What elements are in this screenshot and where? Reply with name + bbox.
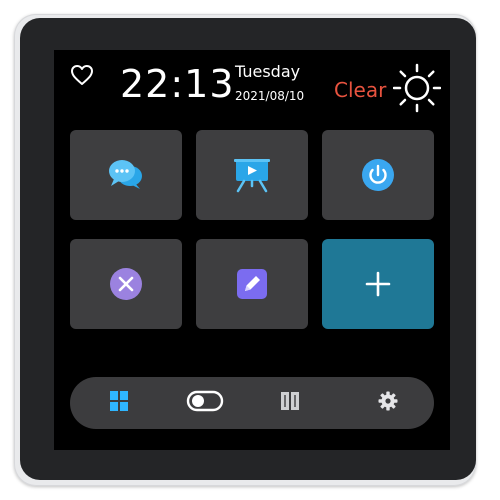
heart-icon[interactable]: [70, 64, 94, 86]
edit-note-icon: [234, 266, 270, 302]
book-icon: [279, 390, 301, 416]
weather-label: Clear: [334, 78, 387, 102]
close-circle-icon: [108, 266, 144, 302]
bottom-dock: [70, 377, 434, 429]
toggle-switch-icon: [186, 390, 224, 416]
app-tile-messages[interactable]: [70, 130, 182, 220]
add-app-tile[interactable]: [322, 239, 434, 329]
power-icon: [360, 157, 396, 193]
app-tile-presentation[interactable]: [196, 130, 308, 220]
app-tile-power[interactable]: [322, 130, 434, 220]
windows-grid-icon: [109, 390, 129, 416]
presentation-board-icon: [232, 157, 272, 193]
sun-icon: [392, 62, 442, 114]
weekday-label: Tuesday: [235, 62, 301, 81]
clock-time: 22:13: [120, 62, 235, 106]
dock-settings[interactable]: [368, 377, 408, 429]
screen: 22:13 Tuesday 2021/08/10 Clear: [54, 50, 450, 450]
gear-icon: [377, 390, 399, 416]
chat-bubbles-icon: [107, 158, 145, 192]
app-tile-close[interactable]: [70, 239, 182, 329]
dock-toggle[interactable]: [183, 377, 227, 429]
date-label: 2021/08/10: [235, 89, 305, 103]
dock-home[interactable]: [99, 377, 139, 429]
plus-icon: [364, 270, 392, 298]
dock-library[interactable]: [270, 377, 310, 429]
app-tile-notes[interactable]: [196, 239, 308, 329]
